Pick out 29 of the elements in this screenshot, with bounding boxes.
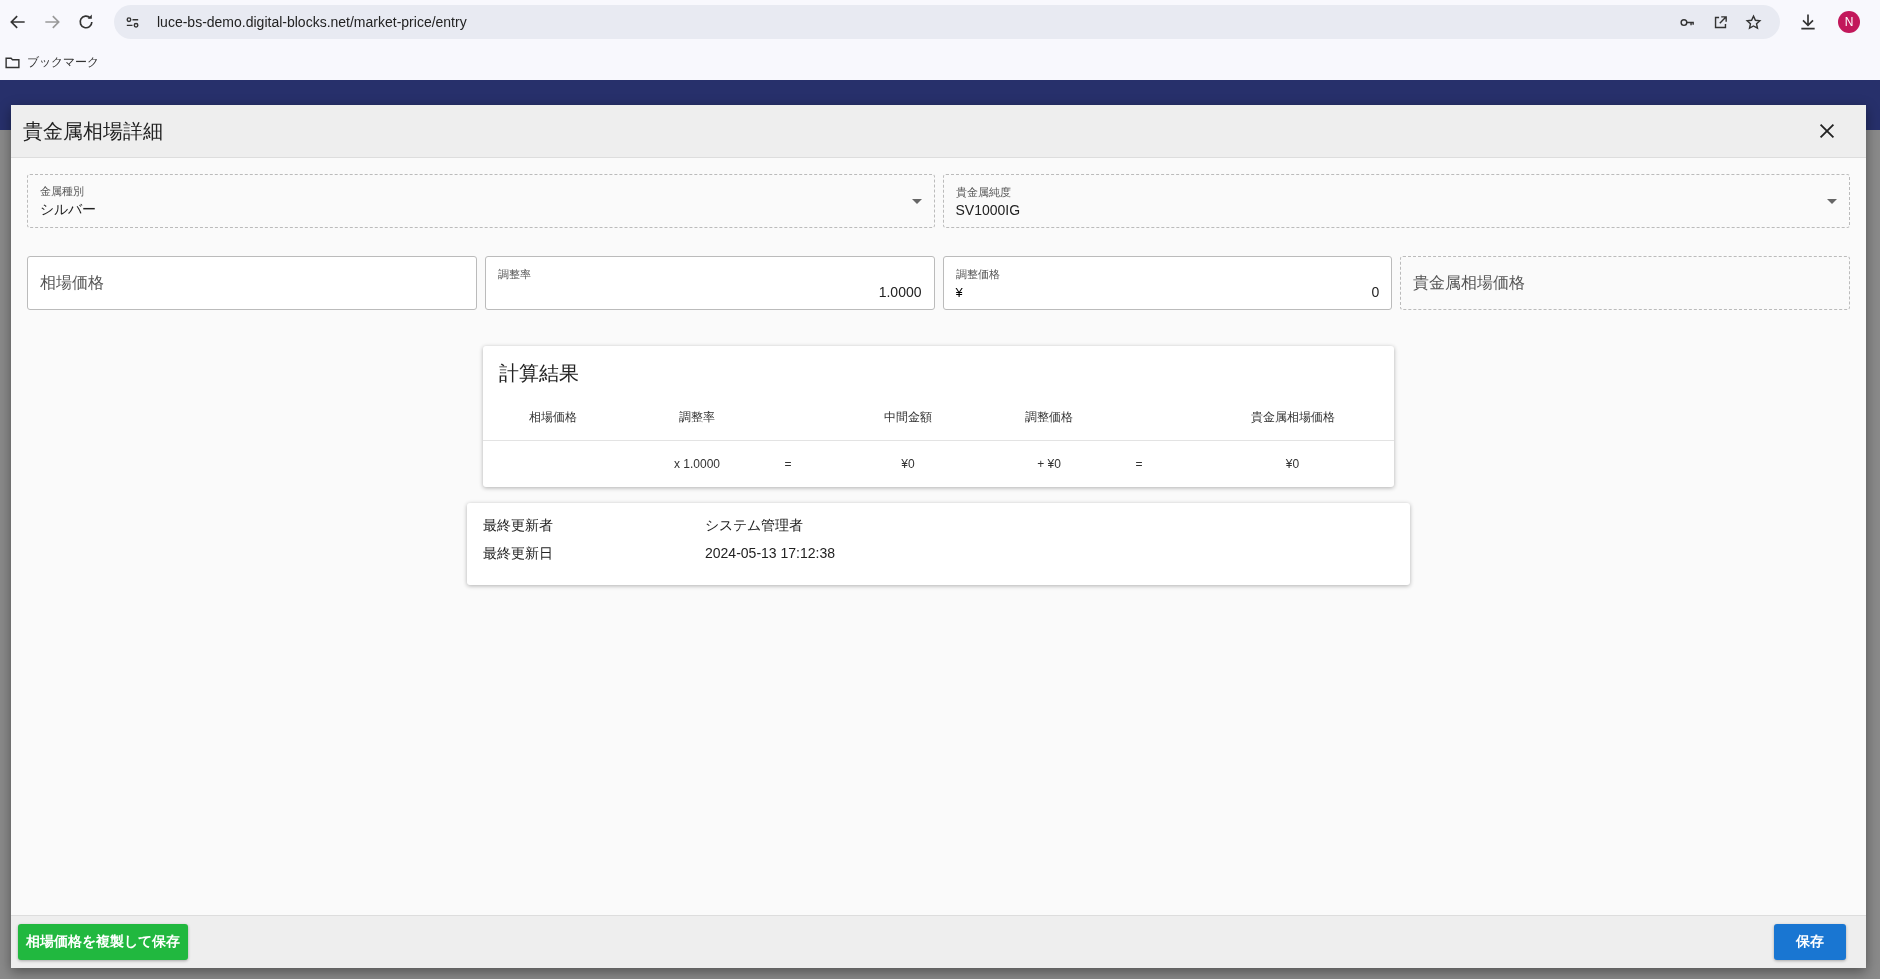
table-cell: = xyxy=(1135,457,1143,471)
url-text: luce-bs-demo.digital-blocks.net/market-price/entry xyxy=(157,14,467,30)
input-field[interactable]: 相場価格 xyxy=(27,256,477,310)
input-field[interactable]: 調整価格 ¥ 0 xyxy=(942,256,1393,310)
dropdown-caret-icon xyxy=(911,198,922,204)
dropdown-caret-icon xyxy=(1827,198,1837,204)
open-in-new-icon[interactable] xyxy=(1712,13,1729,31)
column-header: 調整価格 xyxy=(1025,410,1073,424)
star-icon[interactable] xyxy=(1745,13,1762,31)
table-cell: ¥0 xyxy=(901,457,915,471)
dialog-title: 貴金属相場詳細 xyxy=(23,118,163,144)
address-bar[interactable]: luce-bs-demo.digital-blocks.net/market-price/entry xyxy=(114,5,1780,39)
save-button[interactable]: 保存 xyxy=(1774,924,1846,960)
info-label: 最終更新日 xyxy=(483,545,554,563)
profile-avatar[interactable]: N xyxy=(1838,11,1860,33)
table-cell: ¥0 xyxy=(1285,457,1300,471)
column-header: 中間金額 xyxy=(884,410,932,424)
column-header: 調整率 xyxy=(679,410,715,424)
info-label: 最終更新者 xyxy=(483,517,554,535)
info-value: システム管理者 xyxy=(705,517,803,535)
info-value: 2024-05-13 17:12:38 xyxy=(705,545,835,563)
table-cell: = xyxy=(784,457,792,471)
table-cell: x 1.0000 xyxy=(673,457,720,471)
card-title: 計算結果 xyxy=(498,361,580,386)
bookmark-folder[interactable]: ブックマーク xyxy=(0,53,103,71)
table-cell: + ¥0 xyxy=(1037,457,1061,471)
input-field[interactable]: 調整率 1.0000 xyxy=(484,256,935,310)
column-header: 貴金属相場価格 xyxy=(1250,410,1335,424)
column-header: 相場価格 xyxy=(529,410,577,424)
